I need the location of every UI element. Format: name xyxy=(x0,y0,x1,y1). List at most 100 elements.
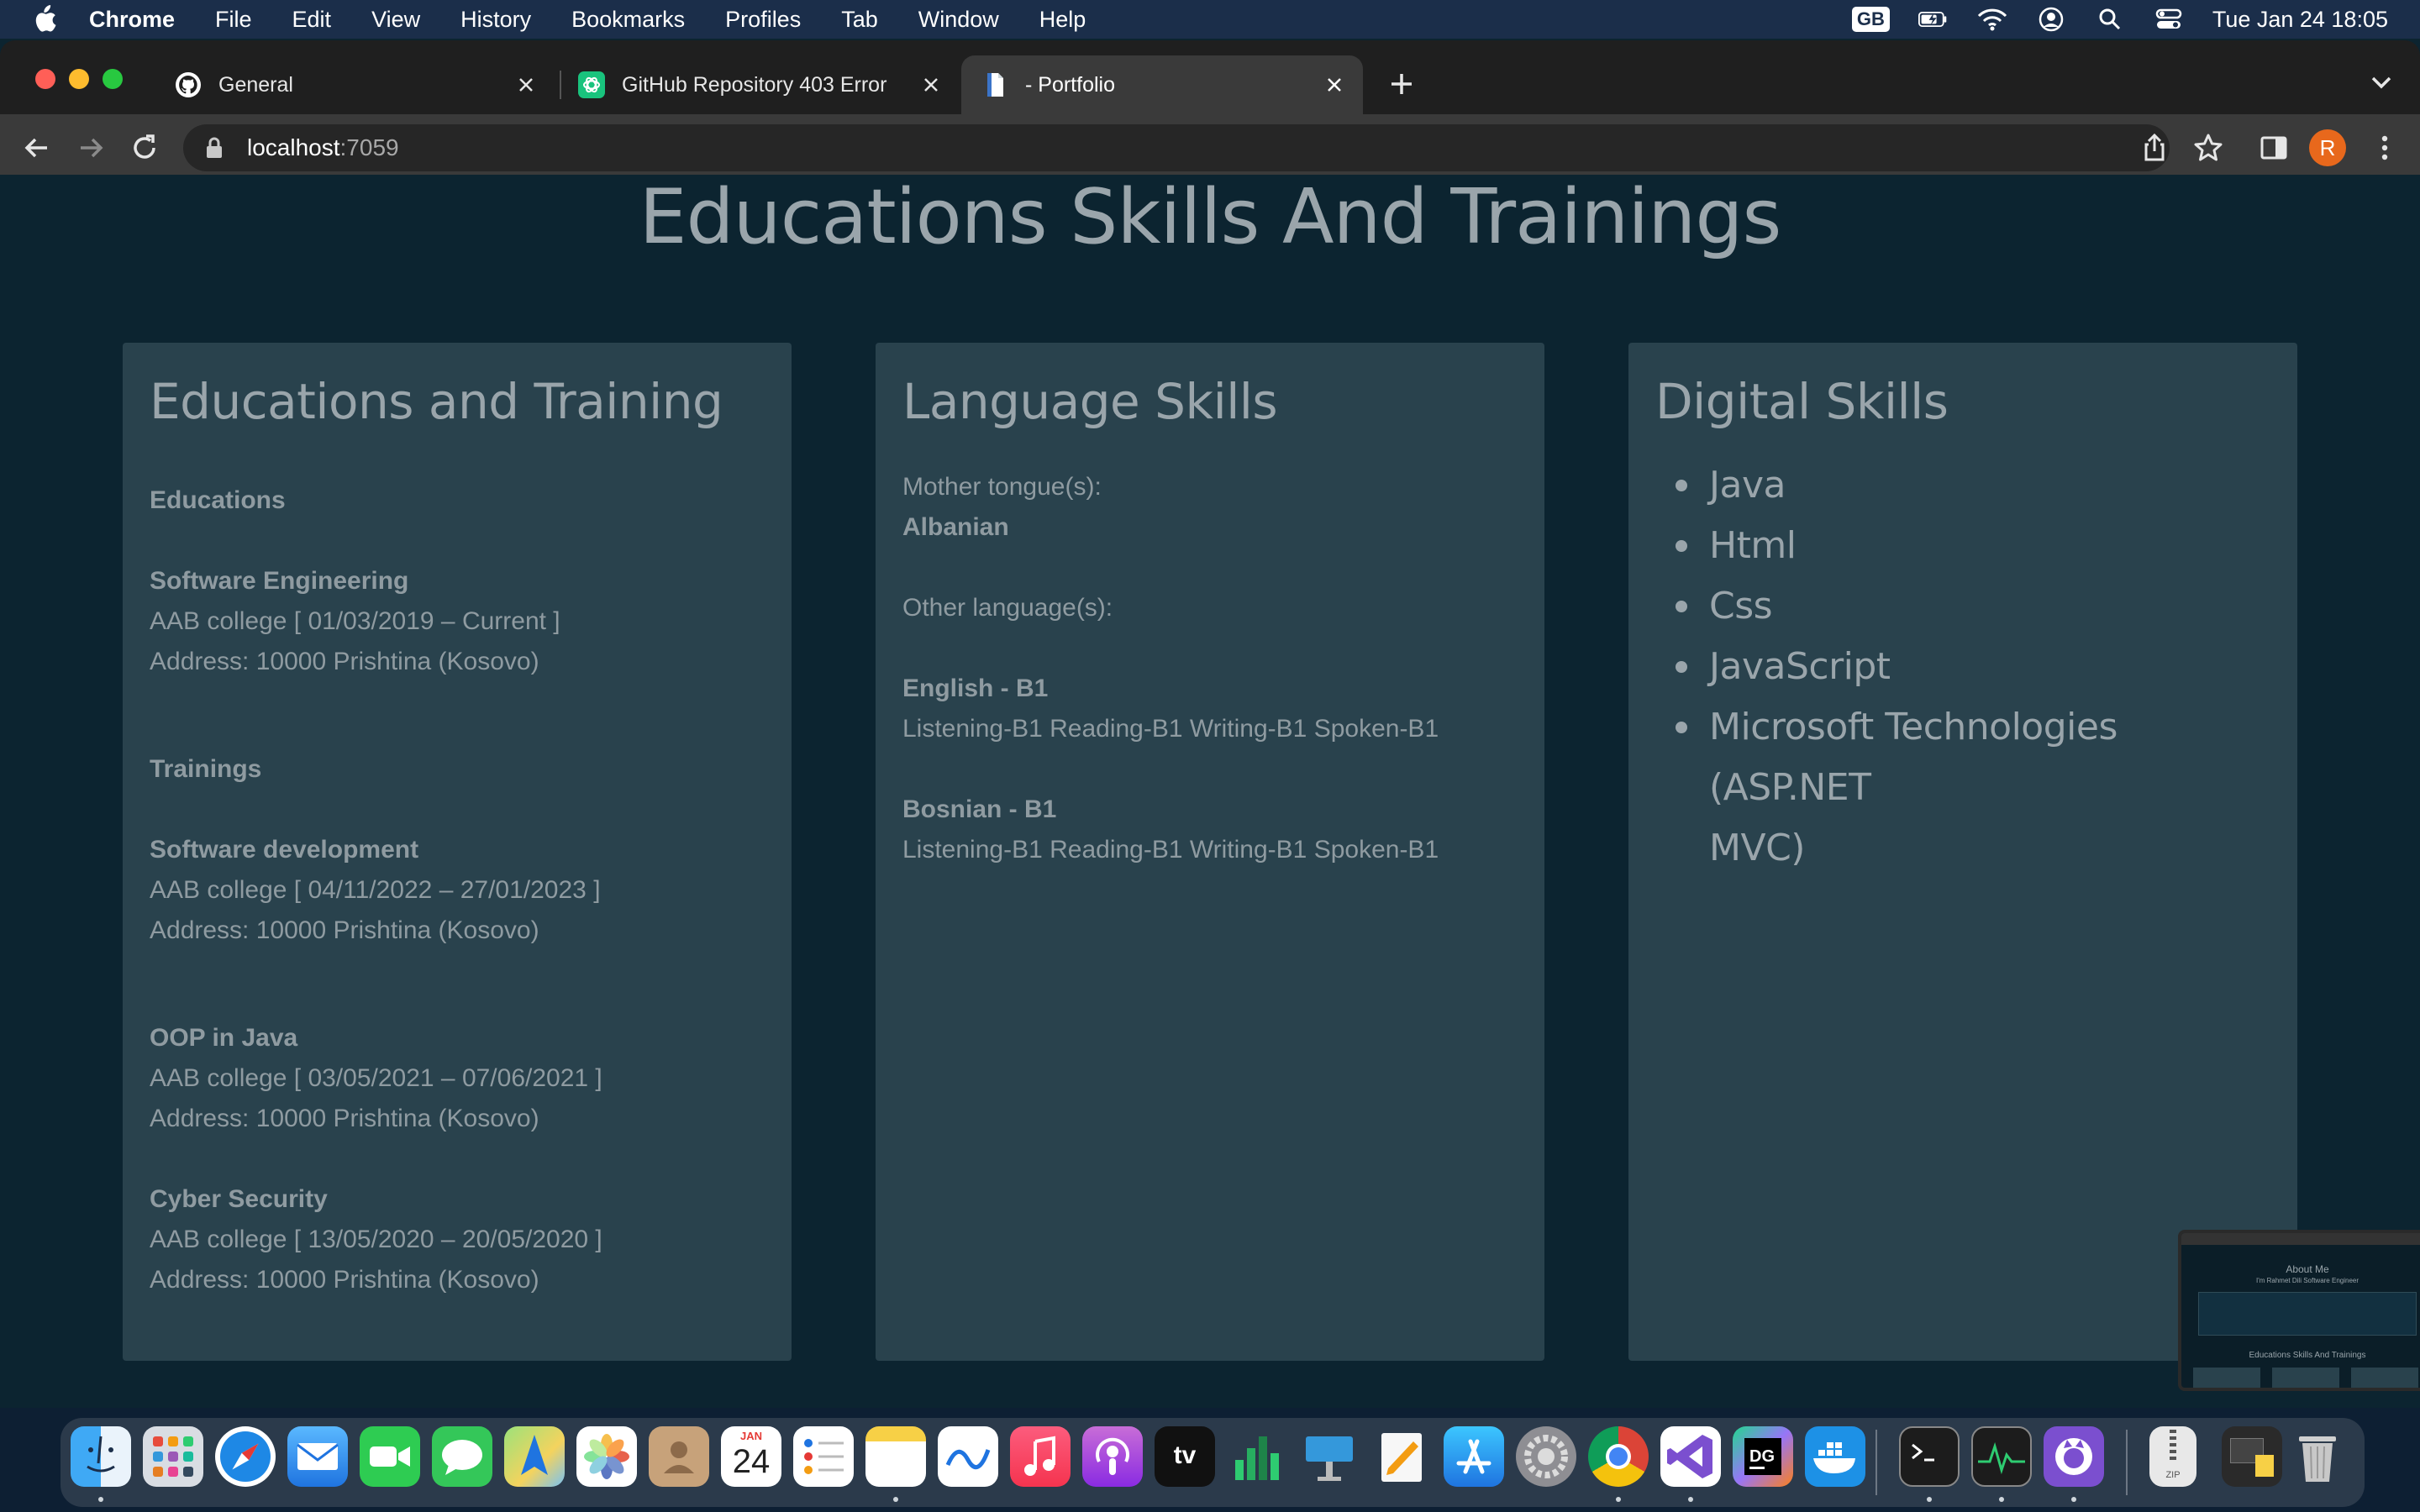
entry-title: Software Engineering xyxy=(150,567,409,595)
entry-title: OOP in Java xyxy=(150,1024,298,1052)
language-heading: Language Skills xyxy=(902,373,1278,430)
forward-arrow-icon[interactable] xyxy=(74,131,108,165)
close-icon[interactable] xyxy=(916,70,946,100)
entry-address: Address: 10000 Prishtina (Kosovo) xyxy=(150,1105,539,1132)
facetime-icon[interactable] xyxy=(360,1426,420,1487)
datagrip-icon[interactable]: DG xyxy=(1733,1426,1793,1487)
tab-search-chevron-icon[interactable] xyxy=(2366,67,2396,97)
menu-bookmarks[interactable]: Bookmarks xyxy=(571,7,685,33)
finder-icon[interactable] xyxy=(71,1426,131,1487)
entry-institution: AAB college [ 04/11/2022 – 27/01/2023 ] xyxy=(150,876,601,904)
messages-icon[interactable] xyxy=(432,1426,492,1487)
list-item: Css xyxy=(1655,576,2270,637)
activity-monitor-icon[interactable] xyxy=(1971,1426,2032,1487)
launchpad-icon[interactable] xyxy=(143,1426,203,1487)
safari-icon[interactable] xyxy=(215,1426,276,1487)
education-entry: Software Engineering AAB college [ 01/03… xyxy=(150,561,765,682)
apple-icon[interactable] xyxy=(32,5,57,34)
list-item-continuation: MVC) xyxy=(1709,827,1805,869)
terminal-icon[interactable] xyxy=(1899,1426,1960,1487)
back-arrow-icon[interactable] xyxy=(20,131,54,165)
share-icon[interactable] xyxy=(2138,131,2171,165)
photos-icon[interactable] xyxy=(576,1426,637,1487)
contacts-icon[interactable] xyxy=(649,1426,709,1487)
notes-icon[interactable] xyxy=(865,1426,926,1487)
list-item: Microsoft Technologies (ASP.NET xyxy=(1655,697,2270,818)
entry-address: Address: 10000 Prishtina (Kosovo) xyxy=(150,1266,539,1294)
side-panel-icon[interactable] xyxy=(2257,131,2291,165)
keynote-icon[interactable] xyxy=(1299,1426,1360,1487)
menu-window[interactable]: Window xyxy=(918,7,999,33)
menu-profiles[interactable]: Profiles xyxy=(725,7,801,33)
fullscreen-window-button[interactable] xyxy=(103,69,123,89)
entry-address: Address: 10000 Prishtina (Kosovo) xyxy=(150,648,539,675)
battery-icon[interactable] xyxy=(1918,7,1949,32)
tv-icon[interactable]: tv xyxy=(1155,1426,1215,1487)
menu-tab[interactable]: Tab xyxy=(841,7,878,33)
training-entry: Software development AAB college [ 04/11… xyxy=(150,830,765,951)
spotlight-search-icon[interactable] xyxy=(2095,7,2125,32)
preview-title: About Me xyxy=(2286,1263,2329,1275)
menu-help[interactable]: Help xyxy=(1039,7,1086,33)
mother-tongue-label: Mother tongue(s): xyxy=(902,473,1102,501)
new-tab-icon[interactable] xyxy=(1385,67,1418,101)
wifi-icon[interactable] xyxy=(1977,7,2007,32)
docker-icon[interactable] xyxy=(1805,1426,1865,1487)
language-entry: Bosnian - B1 Listening-B1 Reading-B1 Wri… xyxy=(902,790,1518,870)
maps-icon[interactable] xyxy=(504,1426,565,1487)
language-name: English - B1 xyxy=(902,675,1049,702)
entry-address: Address: 10000 Prishtina (Kosovo) xyxy=(150,916,539,944)
list-item: JavaScript xyxy=(1655,637,2270,697)
menu-edit[interactable]: Edit xyxy=(292,7,332,33)
mother-tongue-value: Albanian xyxy=(902,513,1009,541)
github-desktop-icon[interactable] xyxy=(2044,1426,2104,1487)
status-area: GB Tue Jan 24 18:05 xyxy=(1851,0,2388,39)
input-source-badge[interactable]: GB xyxy=(1851,7,1890,32)
lock-icon[interactable] xyxy=(202,135,227,160)
entry-institution: AAB college [ 13/05/2020 – 20/05/2020 ] xyxy=(150,1226,602,1253)
calendar-icon[interactable]: JAN 24 xyxy=(721,1426,781,1487)
visual-studio-icon[interactable] xyxy=(1660,1426,1721,1487)
system-settings-icon[interactable] xyxy=(1516,1426,1576,1487)
chrome-icon[interactable] xyxy=(1588,1426,1649,1487)
running-indicator xyxy=(98,1497,103,1502)
menubar-clock[interactable]: Tue Jan 24 18:05 xyxy=(2212,7,2388,33)
mail-icon[interactable] xyxy=(287,1426,348,1487)
downloads-icon[interactable] xyxy=(2222,1426,2282,1487)
education-subheading: Educations xyxy=(150,486,286,514)
archive-icon[interactable]: ZIP xyxy=(2149,1426,2196,1487)
profile-avatar[interactable]: R xyxy=(2309,129,2346,166)
close-icon[interactable] xyxy=(511,70,541,100)
menu-view[interactable]: View xyxy=(371,7,420,33)
control-center-icon[interactable] xyxy=(2154,7,2184,32)
url-port: :7059 xyxy=(339,134,399,160)
url-host: localhost xyxy=(247,134,340,160)
numbers-icon[interactable] xyxy=(1227,1426,1287,1487)
digital-skills-list: Java Html Css JavaScript Microsoft Techn… xyxy=(1655,455,2270,879)
reload-icon[interactable] xyxy=(128,131,161,165)
more-menu-icon[interactable] xyxy=(2368,131,2402,165)
tab-github-repository-403-error[interactable]: GitHub Repository 403 Error xyxy=(558,55,960,114)
running-indicator xyxy=(1688,1497,1693,1502)
app-store-icon[interactable] xyxy=(1444,1426,1504,1487)
close-window-button[interactable] xyxy=(35,69,55,89)
podcasts-icon[interactable] xyxy=(1082,1426,1143,1487)
reminders-icon[interactable] xyxy=(793,1426,854,1487)
pages-icon[interactable] xyxy=(1371,1426,1432,1487)
freeform-icon[interactable] xyxy=(938,1426,998,1487)
user-account-icon[interactable] xyxy=(2036,7,2066,32)
address-bar[interactable]: localhost:7059 xyxy=(183,124,2170,171)
bookmark-star-icon[interactable] xyxy=(2191,131,2225,165)
trash-icon[interactable] xyxy=(2287,1426,2348,1487)
download-item xyxy=(2255,1455,2274,1477)
menu-history[interactable]: History xyxy=(460,7,531,33)
menu-file[interactable]: File xyxy=(215,7,252,33)
tab-portfolio[interactable]: - Portfolio xyxy=(961,55,1363,114)
menu-chrome[interactable]: Chrome xyxy=(89,7,175,33)
tab-general[interactable]: General xyxy=(155,55,555,114)
close-icon[interactable] xyxy=(1319,70,1349,100)
minimize-window-button[interactable] xyxy=(69,69,89,89)
running-indicator xyxy=(1999,1497,2004,1502)
screenshot-preview-thumbnail[interactable]: About Me I'm Rahmet Dili Software Engine… xyxy=(2178,1230,2420,1391)
music-icon[interactable] xyxy=(1010,1426,1071,1487)
